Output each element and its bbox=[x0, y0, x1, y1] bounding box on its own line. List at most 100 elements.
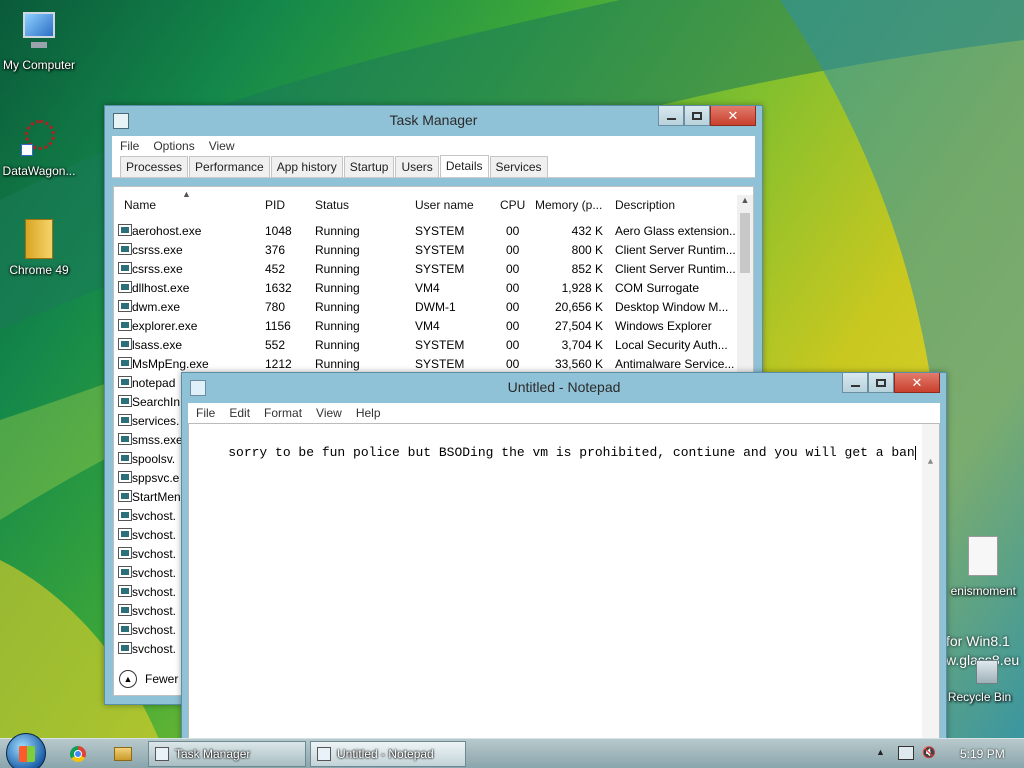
cell-cpu: 00 bbox=[506, 224, 520, 238]
desktop-icon-datawagon[interactable]: DataWagon... bbox=[0, 116, 81, 178]
cell-pid: 1632 bbox=[265, 281, 292, 295]
table-row[interactable]: explorer.exe 1156 Running VM4 00 27,504 K Wind… bbox=[114, 316, 739, 335]
tab-users[interactable]: Users bbox=[395, 156, 439, 177]
close-button[interactable]: ✕ bbox=[894, 373, 940, 393]
minimize-button[interactable] bbox=[658, 106, 684, 126]
desktop-icon-recycle-bin[interactable]: Recycle Bin bbox=[935, 660, 1024, 704]
scroll-up-icon[interactable]: ▲ bbox=[922, 457, 939, 467]
column-header-name[interactable]: Name bbox=[124, 198, 156, 212]
cell-name: lsass.exe bbox=[132, 338, 183, 352]
fewer-details-button[interactable]: ▲ Fewer bbox=[119, 663, 178, 694]
notepad-text-area[interactable]: sorry to be fun police but BSODing the v… bbox=[188, 423, 940, 743]
scroll-thumb[interactable] bbox=[740, 213, 750, 273]
cell-status: Running bbox=[315, 319, 360, 333]
notepad-text: sorry to be fun police but BSODing the v… bbox=[228, 445, 915, 460]
minimize-button[interactable] bbox=[842, 373, 868, 393]
column-header-cpu[interactable]: CPU bbox=[500, 198, 525, 212]
menu-help[interactable]: Help bbox=[356, 406, 381, 420]
notepad-window[interactable]: Untitled - Notepad ✕ File Edit Format Vi… bbox=[181, 372, 947, 744]
close-button[interactable]: ✕ bbox=[710, 106, 756, 126]
notepad-scrollbar[interactable]: ▲ bbox=[922, 424, 939, 742]
desktop-icon-my-computer[interactable]: My Computer bbox=[0, 10, 81, 72]
cell-status: Running bbox=[315, 281, 360, 295]
column-header-user-name[interactable]: User name bbox=[415, 198, 474, 212]
table-row[interactable]: dwm.exe 780 Running DWM-1 00 20,656 K Desktop … bbox=[114, 297, 739, 316]
menu-view[interactable]: View bbox=[316, 406, 342, 420]
table-row[interactable]: aerohost.exe 1048 Running SYSTEM 00 432 K Aero… bbox=[114, 221, 739, 240]
process-icon bbox=[118, 414, 132, 426]
table-row[interactable]: csrss.exe 376 Running SYSTEM 00 800 K Client S… bbox=[114, 240, 739, 259]
cell-memory: 20,656 K bbox=[554, 300, 603, 314]
cell-user: SYSTEM bbox=[415, 338, 465, 352]
text-file-icon bbox=[956, 536, 1000, 580]
process-icon bbox=[118, 452, 132, 464]
show-hidden-icons-arrow[interactable]: ▲ bbox=[876, 747, 885, 757]
menu-edit[interactable]: Edit bbox=[229, 406, 250, 420]
column-header-memory[interactable]: Memory (p... bbox=[535, 198, 602, 212]
watermark-line: for Win8.1 bbox=[946, 633, 1010, 649]
column-header-pid[interactable]: PID bbox=[265, 198, 285, 212]
taskbar-button-notepad[interactable]: Untitled - Notepad bbox=[310, 741, 466, 767]
table-row[interactable]: lsass.exe 552 Running SYSTEM 00 3,704 K Local … bbox=[114, 335, 739, 354]
tab-app-history[interactable]: App history bbox=[270, 156, 343, 177]
cell-status: Running bbox=[315, 224, 360, 238]
desktop-icon-chrome-49[interactable]: Chrome 49 bbox=[0, 215, 81, 277]
explorer-taskbar-icon[interactable] bbox=[114, 747, 132, 761]
column-header-status[interactable]: Status bbox=[315, 198, 349, 212]
cell-pid: 1156 bbox=[265, 319, 291, 333]
menu-file[interactable]: File bbox=[196, 406, 215, 420]
process-icon bbox=[118, 376, 132, 388]
maximize-icon bbox=[876, 378, 886, 387]
menu-format[interactable]: Format bbox=[264, 406, 302, 420]
table-row[interactable]: dllhost.exe 1632 Running VM4 00 1,928 K COM Su… bbox=[114, 278, 739, 297]
cell-memory: 852 K bbox=[571, 262, 603, 276]
fewer-details-label: Fewer bbox=[145, 671, 179, 686]
cell-memory: 27,504 K bbox=[554, 319, 603, 333]
task-manager-icon bbox=[155, 747, 169, 761]
start-button[interactable] bbox=[6, 733, 46, 768]
cell-description: Desktop Window M... bbox=[615, 300, 729, 314]
cell-cpu: 00 bbox=[506, 319, 520, 333]
cell-memory: 3,704 K bbox=[561, 338, 603, 352]
maximize-button[interactable] bbox=[868, 373, 894, 393]
table-row[interactable]: MsMpEng.exe 1212 Running SYSTEM 00 33,560 K An… bbox=[114, 354, 739, 373]
cell-status: Running bbox=[315, 357, 360, 371]
maximize-button[interactable] bbox=[684, 106, 710, 126]
scroll-up-icon[interactable]: ▲ bbox=[737, 195, 753, 211]
task-manager-titlebar[interactable]: Task Manager ✕ bbox=[105, 106, 762, 136]
text-cursor bbox=[914, 445, 916, 460]
column-header-description[interactable]: Description bbox=[615, 198, 675, 212]
clock[interactable]: 5:19 PM bbox=[960, 747, 1005, 761]
close-icon: ✕ bbox=[727, 107, 739, 123]
tab-performance[interactable]: Performance bbox=[189, 156, 270, 177]
table-row[interactable]: csrss.exe 452 Running SYSTEM 00 852 K Client S… bbox=[114, 259, 739, 278]
cell-description: Antimalware Service... bbox=[615, 357, 735, 371]
chrome-taskbar-icon[interactable] bbox=[70, 746, 86, 762]
network-icon[interactable] bbox=[898, 746, 914, 760]
process-icon bbox=[118, 642, 132, 654]
desktop-icon-label: Chrome 49 bbox=[9, 263, 69, 277]
cell-pid: 780 bbox=[265, 300, 286, 314]
volume-muted-icon[interactable]: 🔇 bbox=[922, 746, 938, 762]
notepad-titlebar[interactable]: Untitled - Notepad ✕ bbox=[182, 373, 946, 403]
cell-pid: 552 bbox=[265, 338, 286, 352]
menu-file[interactable]: File bbox=[120, 139, 139, 153]
cell-cpu: 00 bbox=[506, 281, 520, 295]
tab-details[interactable]: Details bbox=[439, 155, 489, 177]
minimize-icon bbox=[850, 384, 860, 387]
menu-view[interactable]: View bbox=[209, 139, 235, 153]
menu-options[interactable]: Options bbox=[153, 139, 194, 153]
cell-user: SYSTEM bbox=[415, 357, 465, 371]
cell-name: aerohost.exe bbox=[132, 224, 202, 238]
cell-memory: 800 K bbox=[571, 243, 603, 257]
tab-startup[interactable]: Startup bbox=[343, 156, 395, 177]
cell-name: csrss.exe bbox=[132, 262, 183, 276]
process-icon bbox=[118, 224, 132, 236]
cell-memory: 33,560 K bbox=[554, 357, 603, 371]
desktop-icon-label: DataWagon... bbox=[2, 164, 76, 178]
tab-processes[interactable]: Processes bbox=[120, 156, 189, 177]
cell-name: dllhost.exe bbox=[132, 281, 190, 295]
cell-description: COM Surrogate bbox=[615, 281, 700, 295]
tab-services[interactable]: Services bbox=[489, 156, 548, 177]
taskbar-button-task-manager[interactable]: Task Manager bbox=[148, 741, 306, 767]
